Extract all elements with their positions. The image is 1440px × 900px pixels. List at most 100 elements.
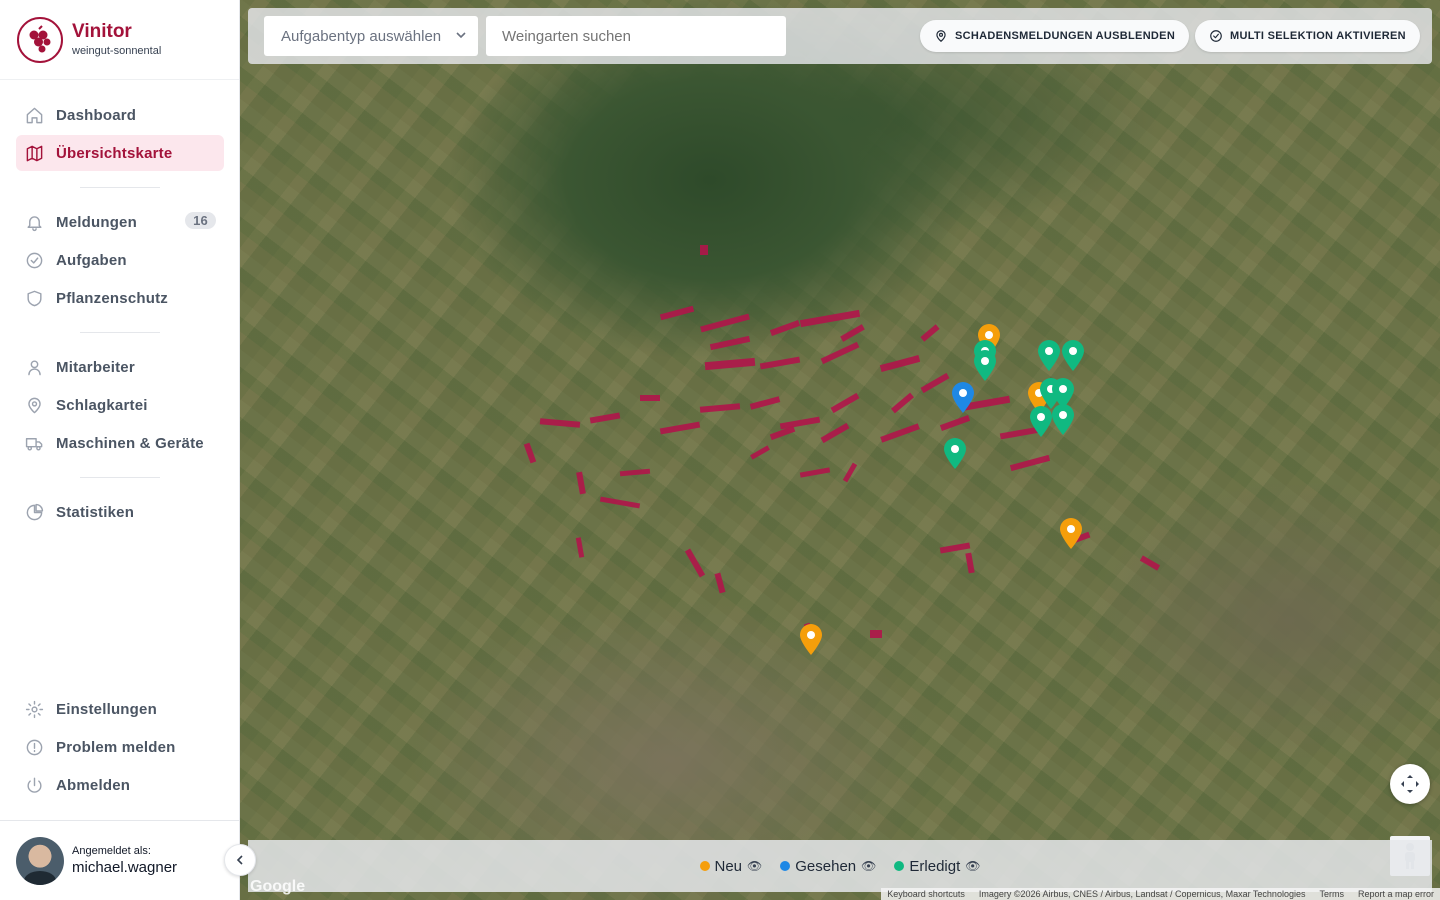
- vineyard-parcel[interactable]: [709, 335, 751, 351]
- nav-reports[interactable]: Meldungen 16: [16, 204, 224, 240]
- vineyard-parcel[interactable]: [700, 245, 708, 255]
- vineyard-parcel[interactable]: [1139, 555, 1161, 571]
- vineyard-parcel[interactable]: [699, 403, 741, 413]
- report-marker-done[interactable]: [942, 436, 968, 470]
- report-marker-seen[interactable]: [950, 380, 976, 414]
- vineyard-parcel[interactable]: [840, 324, 865, 342]
- reports-count-badge: 16: [185, 212, 216, 229]
- map-attribution: Keyboard shortcuts Imagery ©2026 Airbus,…: [881, 888, 1440, 900]
- brand[interactable]: Vinitor weingut-sonnental: [0, 0, 239, 80]
- legend-new[interactable]: Neu 👁: [699, 857, 762, 875]
- report-marker-done[interactable]: [1036, 338, 1062, 372]
- task-type-select[interactable]: Aufgabentyp auswählen: [264, 16, 478, 56]
- vineyard-parcel[interactable]: [576, 471, 586, 495]
- vineyard-parcel[interactable]: [890, 392, 915, 414]
- logged-in-label: Angemeldet als:: [72, 845, 151, 857]
- button-label: SCHADENSMELDUNGEN AUSBLENDEN: [955, 30, 1176, 42]
- gear-icon: [24, 699, 44, 719]
- vineyard-parcel[interactable]: [830, 392, 860, 414]
- vineyard-parcel[interactable]: [920, 324, 940, 342]
- vineyard-parcel[interactable]: [965, 552, 975, 574]
- nav-label: Mitarbeiter: [56, 358, 135, 376]
- vineyard-parcel[interactable]: [575, 537, 585, 558]
- tenant-name: weingut-sonnental: [72, 44, 162, 57]
- vineyard-parcel[interactable]: [599, 496, 641, 509]
- recenter-map-button[interactable]: [1390, 764, 1430, 804]
- nav-field-index[interactable]: Schlagkartei: [16, 387, 224, 423]
- satellite-map[interactable]: Aufgabentyp auswählen SCHADENSMELDUNGEN …: [240, 0, 1440, 900]
- report-marker-done[interactable]: [1060, 338, 1086, 372]
- nav-divider: [80, 332, 160, 333]
- keyboard-shortcuts-link[interactable]: Keyboard shortcuts: [887, 889, 965, 899]
- vineyard-parcel[interactable]: [759, 356, 801, 370]
- report-marker-done[interactable]: [1050, 402, 1076, 436]
- legend-label: Erledigt: [909, 857, 961, 875]
- user-box: Angemeldet als: michael.wagner: [0, 820, 240, 900]
- nav-plant-protection[interactable]: Pflanzenschutz: [16, 280, 224, 316]
- nav-label: Abmelden: [56, 776, 131, 794]
- done-dot: [894, 861, 905, 871]
- username: michael.wagner: [72, 859, 178, 876]
- vineyard-parcel[interactable]: [659, 305, 695, 321]
- vineyard-parcel[interactable]: [920, 372, 950, 394]
- vineyard-parcel[interactable]: [700, 313, 750, 333]
- nav-label: Dashboard: [56, 106, 137, 124]
- vineyard-parcel[interactable]: [842, 462, 858, 483]
- report-marker-done[interactable]: [972, 348, 998, 382]
- report-map-error-link[interactable]: Report a map error: [1358, 889, 1434, 899]
- multi-select-button[interactable]: MULTI SELEKTION AKTIVIEREN: [1195, 20, 1420, 52]
- vineyard-parcel[interactable]: [1009, 454, 1051, 472]
- vineyard-parcel[interactable]: [939, 415, 971, 431]
- map-icon: [24, 143, 44, 163]
- vineyard-parcel[interactable]: [870, 630, 882, 638]
- vineyard-parcel[interactable]: [880, 423, 920, 443]
- terms-link[interactable]: Terms: [1319, 889, 1344, 899]
- nav-report-problem[interactable]: Problem melden: [16, 729, 224, 765]
- vineyard-parcel[interactable]: [750, 445, 770, 460]
- eye-icon: 👁: [861, 859, 877, 873]
- collapse-sidebar-button[interactable]: [224, 844, 256, 876]
- vineyard-parcel[interactable]: [659, 421, 701, 435]
- vineyard-parcel[interactable]: [714, 572, 726, 594]
- nav-stats[interactable]: Statistiken: [16, 494, 224, 530]
- avatar: [16, 836, 64, 885]
- map-toolbar: Aufgabentyp auswählen SCHADENSMELDUNGEN …: [248, 8, 1432, 64]
- status-legend: Neu 👁 Gesehen 👁 Erledigt 👁: [248, 840, 1432, 892]
- pie-chart-icon: [24, 502, 44, 522]
- google-watermark: Google: [250, 878, 306, 895]
- nav-map[interactable]: Übersichtskarte: [16, 135, 224, 171]
- nav-settings[interactable]: Einstellungen: [16, 691, 224, 727]
- vineyard-parcel[interactable]: [799, 309, 861, 328]
- legend-label: Neu: [714, 857, 743, 875]
- vineyard-parcel[interactable]: [684, 548, 706, 578]
- vineyard-parcel[interactable]: [820, 341, 860, 365]
- check-circle-icon: [24, 250, 44, 270]
- vineyard-parcel[interactable]: [589, 412, 621, 424]
- vineyard-parcel[interactable]: [749, 396, 781, 410]
- legend-seen[interactable]: Gesehen 👁: [780, 858, 876, 875]
- vineyard-search-input[interactable]: [486, 16, 786, 56]
- location-pin-icon: [936, 30, 946, 42]
- nav-machines[interactable]: Maschinen & Geräte: [16, 425, 224, 461]
- nav-tasks[interactable]: Aufgaben: [16, 242, 224, 278]
- report-marker-new[interactable]: [798, 622, 824, 656]
- nav-divider: [80, 477, 160, 478]
- nav-logout[interactable]: Abmelden: [16, 767, 224, 803]
- vineyard-parcel[interactable]: [523, 442, 537, 464]
- nav-dashboard[interactable]: Dashboard: [16, 97, 224, 133]
- vineyard-parcel[interactable]: [769, 320, 801, 336]
- vineyard-parcel[interactable]: [640, 395, 660, 401]
- nav-label: Statistiken: [56, 503, 135, 521]
- vineyard-parcel[interactable]: [799, 467, 831, 478]
- vineyard-parcel[interactable]: [539, 418, 581, 428]
- report-marker-new[interactable]: [1058, 516, 1084, 550]
- nav-staff[interactable]: Mitarbeiter: [16, 349, 224, 385]
- imagery-credit: Imagery ©2026 Airbus, CNES / Airbus, Lan…: [978, 889, 1306, 899]
- vineyard-parcel[interactable]: [704, 357, 756, 371]
- hide-damage-reports-button[interactable]: SCHADENSMELDUNGEN AUSBLENDEN: [920, 20, 1190, 52]
- vineyard-parcel[interactable]: [820, 422, 850, 444]
- vineyard-parcel[interactable]: [619, 468, 651, 477]
- vineyard-parcel[interactable]: [939, 542, 971, 554]
- vineyard-parcel[interactable]: [879, 354, 921, 373]
- legend-done[interactable]: Erledigt 👁: [894, 858, 980, 875]
